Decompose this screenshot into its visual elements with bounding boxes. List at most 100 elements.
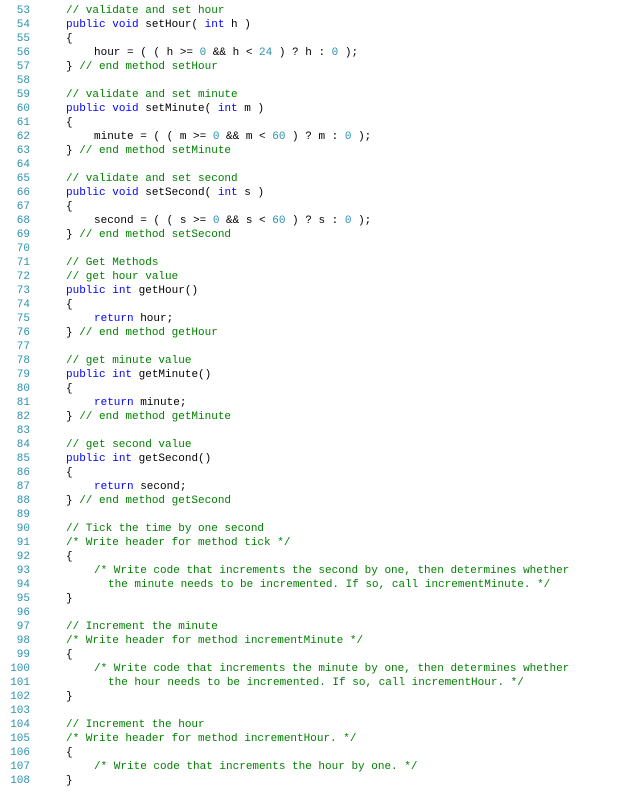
code-token: return [94,397,134,409]
code-token: the minute needs to be incremented. If s… [108,579,550,591]
code-line: // get minute value [38,354,642,368]
code-token: setSecond( [139,187,218,199]
code-line: } // end method setSecond [38,228,642,242]
line-number: 75 [0,312,30,326]
code-token: /* Write code that increments the second… [94,565,569,577]
code-token: /* Write header for method tick */ [66,537,290,549]
code-token: second = ( ( s >= [94,215,213,227]
code-line: /* Write header for method incrementMinu… [38,634,642,648]
line-number: 99 [0,648,30,662]
line-number: 54 [0,18,30,32]
code-line: // validate and set hour [38,4,642,18]
line-number: 97 [0,620,30,634]
code-token: 60 [272,215,285,227]
code-line: } [38,690,642,704]
code-token: && s < [219,215,272,227]
code-token: setMinute( [139,103,218,115]
code-token: public [66,369,106,381]
code-token: { [66,551,73,563]
code-block: 5354555657585960616263646566676869707172… [0,0,642,792]
line-number: 104 [0,718,30,732]
code-token: { [66,201,73,213]
code-line: second = ( ( s >= 0 && s < 60 ) ? s : 0 … [38,214,642,228]
code-token: { [66,33,73,45]
line-number: 72 [0,270,30,284]
code-line: // validate and set second [38,172,642,186]
line-number: 98 [0,634,30,648]
line-number: 93 [0,564,30,578]
code-line: /* Write header for method tick */ [38,536,642,550]
code-token: { [66,383,73,395]
code-token: && h < [206,47,259,59]
line-number: 74 [0,298,30,312]
code-line [38,158,642,172]
line-number: 90 [0,522,30,536]
code-token: ) ? m : [285,131,344,143]
code-token: ) ? s : [285,215,344,227]
code-token: second; [134,481,187,493]
code-token: // validate and set hour [66,5,224,17]
code-token: minute; [134,397,187,409]
code-line: // Increment the minute [38,620,642,634]
code-line [38,508,642,522]
code-token: /* Write code that increments the hour b… [94,761,417,773]
code-line: } // end method getSecond [38,494,642,508]
code-token: ); [351,215,371,227]
code-line: { [38,550,642,564]
code-token: ) ? h : [272,47,331,59]
line-number: 56 [0,46,30,60]
code-token: { [66,747,73,759]
code-line: // validate and set minute [38,88,642,102]
code-line [38,242,642,256]
line-number: 87 [0,480,30,494]
code-line: the minute needs to be incremented. If s… [38,578,642,592]
code-token: } [66,411,79,423]
code-token: // end method setMinute [79,145,231,157]
code-token: int [112,369,132,381]
code-line [38,424,642,438]
code-token: return [94,481,134,493]
code-line: } // end method getHour [38,326,642,340]
code-token: // get hour value [66,271,178,283]
line-number: 95 [0,592,30,606]
code-line: } // end method setHour [38,60,642,74]
code-token: } [66,775,73,787]
code-token: /* Write header for method incrementHour… [66,733,356,745]
code-token: { [66,299,73,311]
code-line: { [38,298,642,312]
code-token: int [112,453,132,465]
line-number: 77 [0,340,30,354]
line-number: 67 [0,200,30,214]
code-token: // end method getMinute [79,411,231,423]
line-number: 76 [0,326,30,340]
code-token: setHour( [139,19,205,31]
line-number: 103 [0,704,30,718]
code-token: 60 [272,131,285,143]
code-line: } [38,774,642,788]
code-token: int [112,285,132,297]
code-line: hour = ( ( h >= 0 && h < 24 ) ? h : 0 ); [38,46,642,60]
line-number: 61 [0,116,30,130]
code-token: // get minute value [66,355,191,367]
line-number: 62 [0,130,30,144]
code-token: // end method setHour [79,61,218,73]
code-token: /* Write header for method incrementMinu… [66,635,363,647]
line-number: 96 [0,606,30,620]
code-token: // Increment the hour [66,719,205,731]
code-line: /* Write code that increments the hour b… [38,760,642,774]
line-number: 57 [0,60,30,74]
code-token: } [66,145,79,157]
code-line: { [38,466,642,480]
line-number: 63 [0,144,30,158]
code-token: public [66,103,106,115]
code-token: // end method getSecond [79,495,231,507]
line-number: 65 [0,172,30,186]
code-token: return [94,313,134,325]
line-number: 83 [0,424,30,438]
code-line: minute = ( ( m >= 0 && m < 60 ) ? m : 0 … [38,130,642,144]
code-token: // end method setSecond [79,229,231,241]
line-number: 107 [0,760,30,774]
code-line: // Increment the hour [38,718,642,732]
code-line: } // end method getMinute [38,410,642,424]
code-token: getMinute() [132,369,211,381]
